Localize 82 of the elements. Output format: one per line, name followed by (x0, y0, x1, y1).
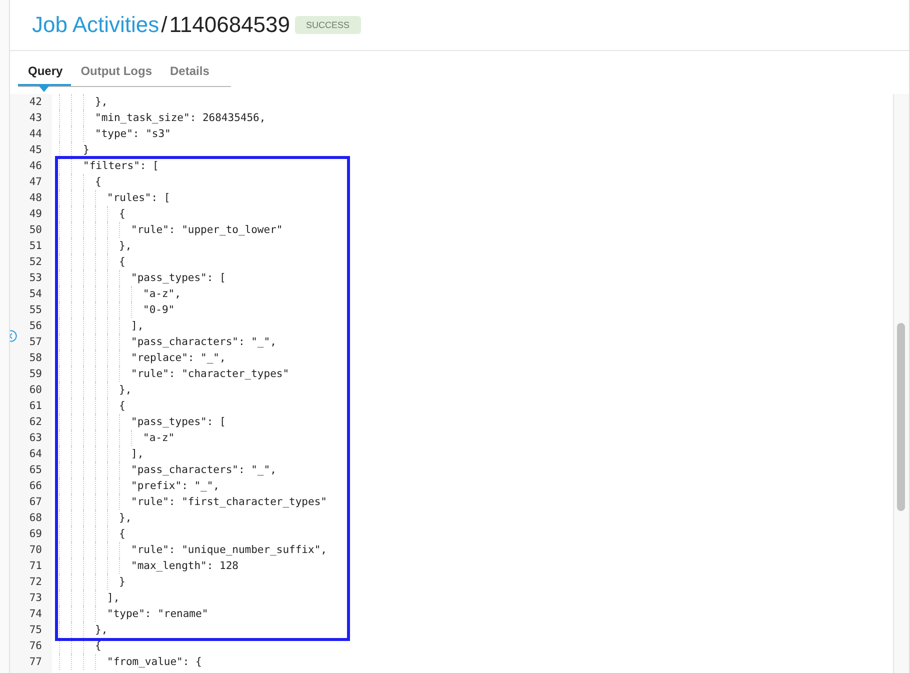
code-line: "max_length": 128 (131, 559, 238, 574)
code-line: "a-z" (143, 431, 175, 446)
code-line: } (119, 575, 126, 590)
line-number: 48 (28, 191, 42, 206)
code-line: "rule": "unique_number_suffix", (131, 543, 327, 558)
code-line: "rule": "upper_to_lower" (131, 223, 283, 238)
line-number: 53 (28, 271, 42, 286)
line-number: 69 (28, 527, 42, 542)
line-number: 77 (28, 655, 42, 670)
code-line: { (119, 399, 126, 414)
line-number: 64 (28, 447, 42, 462)
tab[interactable]: Query (18, 63, 71, 86)
code-line: { (119, 255, 126, 270)
scrollbar[interactable] (893, 94, 909, 673)
status-badge: SUCCESS (295, 16, 361, 34)
pointer-icon (39, 86, 50, 92)
line-number: 63 (28, 431, 42, 446)
line-number: 54 (28, 287, 42, 302)
code-line: }, (95, 95, 108, 110)
scrollbar-thumb[interactable] (897, 323, 905, 511)
code-line: }, (95, 623, 108, 638)
code-line: } (83, 143, 90, 158)
code-line: ], (107, 591, 120, 606)
line-number: 56 (28, 319, 42, 334)
line-number: 65 (28, 463, 42, 478)
code-line: }, (119, 239, 132, 254)
line-number: 55 (28, 303, 42, 318)
line-number: 73 (28, 591, 42, 606)
line-number: 67 (28, 495, 42, 510)
line-number: 76 (28, 639, 42, 654)
code-line: "rule": "first_character_types" (131, 495, 327, 510)
line-number: 75 (28, 623, 42, 638)
line-number: 61 (28, 399, 42, 414)
code-line: "type": "s3" (95, 127, 171, 142)
line-number: 47 (28, 175, 42, 190)
code-line: "rules": [ (107, 191, 170, 206)
code-line: "pass_characters": "_", (131, 463, 276, 478)
code-line: "a-z", (143, 287, 181, 302)
line-number: 43 (28, 111, 42, 126)
breadcrumb-separator: / (161, 12, 168, 38)
line-number: 70 (28, 543, 42, 558)
line-number: 57 (28, 335, 42, 350)
code-line: ], (131, 319, 144, 334)
code-line: "pass_types": [ (131, 415, 226, 430)
code-line: }, (119, 383, 132, 398)
line-number: 44 (28, 127, 42, 142)
line-number: 62 (28, 415, 42, 430)
line-number: 45 (28, 143, 42, 158)
tab[interactable]: Output Logs (70, 63, 160, 86)
code-line: ], (131, 447, 144, 462)
line-number: 46 (28, 159, 42, 174)
code-line: { (119, 527, 126, 542)
line-number: 72 (28, 575, 42, 590)
line-number: 59 (28, 367, 42, 382)
code-line: "pass_types": [ (131, 271, 226, 286)
line-number: 74 (28, 607, 42, 622)
code-line: { (95, 639, 102, 654)
code-line: }, (119, 511, 132, 526)
code-line: "pass_characters": "_", (131, 335, 276, 350)
line-number: 60 (28, 383, 42, 398)
tab[interactable]: Details (160, 63, 218, 86)
code-line: "0-9" (143, 303, 175, 318)
breadcrumb-link[interactable]: Job Activities (32, 12, 160, 38)
code-line: { (119, 207, 126, 222)
line-number: 50 (28, 223, 42, 238)
line-number: 49 (28, 207, 42, 222)
code-line: "type": "rename" (107, 607, 208, 622)
code-line: "replace": "_", (131, 351, 226, 366)
line-number: 68 (28, 511, 42, 526)
job-id: 1140684539 (169, 12, 290, 38)
code-line: "prefix": "_", (131, 479, 220, 494)
line-number: 51 (28, 239, 42, 254)
line-number: 71 (28, 559, 42, 574)
code-line: "min_task_size": 268435456, (95, 111, 266, 126)
line-number: 58 (28, 351, 42, 366)
line-number: 66 (28, 479, 42, 494)
code-line: "filters": [ (83, 159, 159, 174)
code-line: "from_value": { (107, 655, 202, 670)
line-number: 52 (28, 255, 42, 270)
code-line: { (95, 175, 102, 190)
code-line: "rule": "character_types" (131, 367, 290, 382)
line-number: 42 (28, 95, 42, 110)
